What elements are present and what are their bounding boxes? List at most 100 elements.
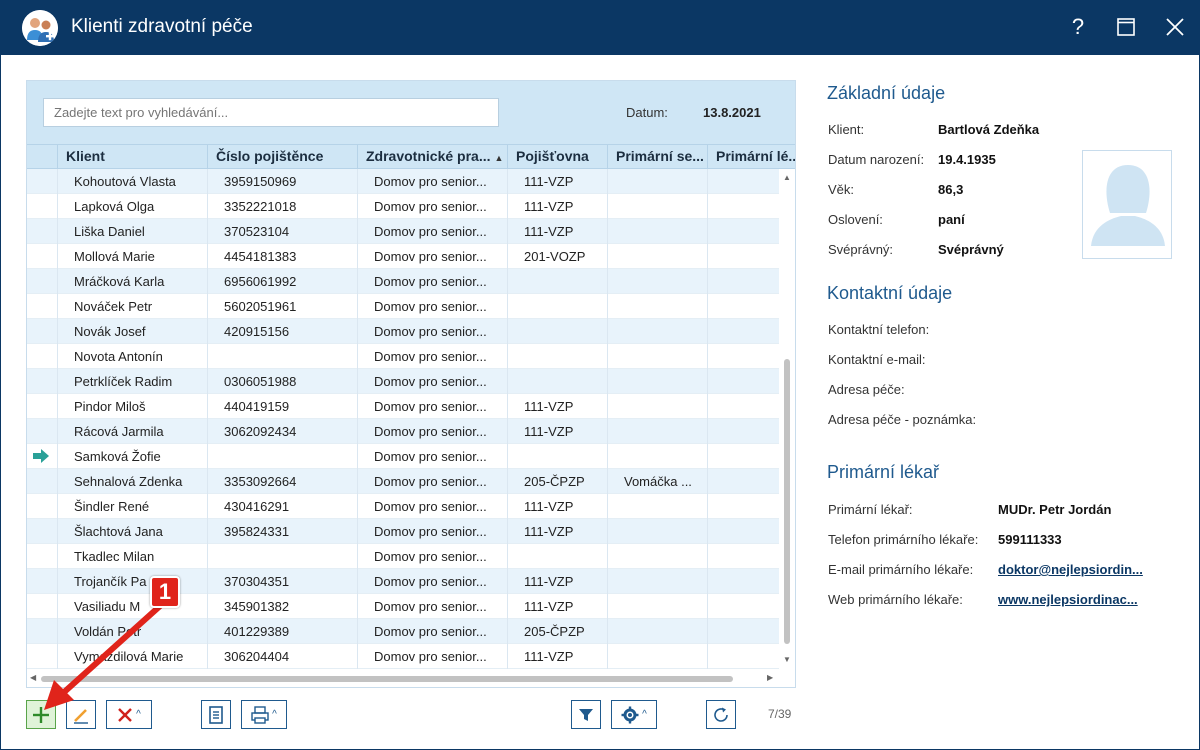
window-title: Klienti zdravotní péče bbox=[71, 16, 253, 37]
refresh-button[interactable] bbox=[706, 700, 736, 729]
table-cell: 3062092434 bbox=[207, 419, 357, 444]
vertical-scrollbar[interactable]: ▲ ▼ bbox=[779, 169, 795, 669]
table-row[interactable]: Lapková Olga 3352221018 Domov pro senior..… bbox=[27, 194, 779, 219]
table-cell bbox=[707, 244, 779, 269]
table-cell bbox=[507, 319, 607, 344]
table-row[interactable]: Novota Antonín Domov pro senior... bbox=[27, 344, 779, 369]
table-row[interactable]: Mráčková Karla 6956061992 Domov pro senior… bbox=[27, 269, 779, 294]
table-cell: 6956061992 bbox=[207, 269, 357, 294]
document-button[interactable] bbox=[201, 700, 231, 729]
table-row[interactable]: Voldán Petr 401229389 Domov pro senior... 2… bbox=[27, 619, 779, 644]
table-cell bbox=[607, 219, 707, 244]
search-input[interactable] bbox=[43, 98, 499, 127]
scroll-up-icon[interactable]: ▲ bbox=[783, 173, 791, 182]
table-cell: Mráčková Karla bbox=[57, 269, 207, 294]
table-cell bbox=[607, 169, 707, 194]
doctor-phone-label: Telefon primárního lékaře: bbox=[828, 532, 979, 547]
table-row[interactable]: Vymazdilová Marie 306204404 Domov pro seni… bbox=[27, 644, 779, 669]
table-cell: 111-VZP bbox=[507, 569, 607, 594]
app-icon bbox=[22, 10, 58, 46]
table-cell bbox=[707, 269, 779, 294]
table-cell: 201-VOZP bbox=[507, 244, 607, 269]
column-header-facility[interactable]: Zdravotnické pra... ▲ bbox=[357, 145, 507, 169]
date-value[interactable]: 13.8.2021 bbox=[703, 105, 761, 120]
table-row[interactable]: Novák Josef 420915156 Domov pro senior... bbox=[27, 319, 779, 344]
table-row[interactable]: Šlachtová Jana 395824331 Domov pro senior.… bbox=[27, 519, 779, 544]
row-indicator bbox=[27, 294, 57, 319]
vertical-scroll-thumb[interactable] bbox=[784, 359, 790, 644]
column-header-label: Číslo pojištěnce bbox=[216, 148, 324, 164]
table-row[interactable]: Sehnalová Zdenka 3353092664 Domov pro seni… bbox=[27, 469, 779, 494]
doctor-phone-value: 599111333 bbox=[998, 532, 1062, 547]
table-row[interactable]: Kohoutová Vlasta 3959150969 Domov pro seni… bbox=[27, 169, 779, 194]
table-row[interactable]: Nováček Petr 5602051961 Domov pro senior..… bbox=[27, 294, 779, 319]
table-cell bbox=[607, 344, 707, 369]
table-cell: Liška Daniel bbox=[57, 219, 207, 244]
table-cell: Domov pro senior... bbox=[357, 194, 507, 219]
table-row[interactable]: Samková Žofie Domov pro senior... bbox=[27, 444, 779, 469]
table-cell: Domov pro senior... bbox=[357, 169, 507, 194]
row-indicator bbox=[27, 544, 57, 569]
add-client-button[interactable] bbox=[26, 700, 56, 729]
row-indicator bbox=[27, 319, 57, 344]
column-header-insurance-number[interactable]: Číslo pojištěnce bbox=[207, 145, 357, 169]
scroll-left-icon[interactable]: ◀ bbox=[30, 673, 36, 682]
sort-ascending-icon: ▲ bbox=[494, 153, 504, 163]
column-header-label: Primární se... bbox=[616, 148, 704, 164]
table-row[interactable]: Šindler René 430416291 Domov pro senior...… bbox=[27, 494, 779, 519]
scroll-down-icon[interactable]: ▼ bbox=[783, 655, 791, 664]
table-row[interactable]: Trojančík Pa 370304351 Domov pro senior...… bbox=[27, 569, 779, 594]
filter-button[interactable] bbox=[571, 700, 601, 729]
row-indicator bbox=[27, 394, 57, 419]
column-header-label: Klient bbox=[66, 148, 105, 164]
table-cell: Domov pro senior... bbox=[357, 519, 507, 544]
table-cell bbox=[507, 544, 607, 569]
column-header-primary-nurse[interactable]: Primární se... bbox=[607, 145, 707, 169]
close-button[interactable] bbox=[1160, 12, 1190, 42]
maximize-button[interactable] bbox=[1111, 12, 1141, 42]
column-header-insurer[interactable]: Pojišťovna bbox=[507, 145, 607, 169]
edit-client-button[interactable] bbox=[66, 700, 96, 729]
birth-date-label: Datum narození: bbox=[828, 152, 925, 167]
table-cell bbox=[507, 344, 607, 369]
table-row[interactable]: Vasiliadu M 345901382 Domov pro senior... 1… bbox=[27, 594, 779, 619]
print-button[interactable]: ^ bbox=[241, 700, 287, 729]
table-row[interactable]: Petrklíček Radim 0306051988 Domov pro seni… bbox=[27, 369, 779, 394]
doctor-web-link[interactable]: www.nejlepsiordinac... bbox=[998, 592, 1138, 607]
table-cell bbox=[607, 569, 707, 594]
table-row[interactable]: Liška Daniel 370523104 Domov pro senior...… bbox=[27, 219, 779, 244]
doctor-value: MUDr. Petr Jordán bbox=[998, 502, 1112, 517]
column-header-label: Pojišťovna bbox=[516, 148, 589, 164]
client-photo bbox=[1082, 150, 1172, 259]
horizontal-scrollbar[interactable]: ◀ ▶ bbox=[27, 669, 779, 687]
table-cell bbox=[607, 369, 707, 394]
table-cell: 420915156 bbox=[207, 319, 357, 344]
table-cell: Domov pro senior... bbox=[357, 344, 507, 369]
table-cell: Domov pro senior... bbox=[357, 544, 507, 569]
table-cell bbox=[607, 519, 707, 544]
doctor-email-link[interactable]: doktor@nejlepsiordin... bbox=[998, 562, 1143, 577]
table-cell: Domov pro senior... bbox=[357, 244, 507, 269]
column-header-client[interactable]: Klient bbox=[57, 145, 207, 169]
table-row[interactable]: Pindor Miloš 440419159 Domov pro senior...… bbox=[27, 394, 779, 419]
delete-x-icon bbox=[118, 707, 132, 722]
horizontal-scroll-thumb[interactable] bbox=[41, 676, 733, 682]
table-cell: Tkadlec Milan bbox=[57, 544, 207, 569]
table-cell: 111-VZP bbox=[507, 394, 607, 419]
table-row[interactable]: Tkadlec Milan Domov pro senior... bbox=[27, 544, 779, 569]
table-cell: 3959150969 bbox=[207, 169, 357, 194]
table-cell: 395824331 bbox=[207, 519, 357, 544]
help-button[interactable]: ? bbox=[1063, 12, 1093, 42]
table-cell: 205-ČPZP bbox=[507, 619, 607, 644]
table-row[interactable]: Rácová Jarmila 3062092434 Domov pro senior… bbox=[27, 419, 779, 444]
table-cell bbox=[607, 594, 707, 619]
delete-client-button[interactable]: ^ bbox=[106, 700, 152, 729]
scroll-right-icon[interactable]: ▶ bbox=[767, 673, 773, 682]
settings-button[interactable]: ^ bbox=[611, 700, 657, 729]
salutation-value: paní bbox=[938, 212, 965, 227]
column-header-primary-doctor[interactable]: Primární lé... bbox=[707, 145, 795, 169]
table-cell: 345901382 bbox=[207, 594, 357, 619]
table-row[interactable]: Mollová Marie 4454181383 Domov pro senior.… bbox=[27, 244, 779, 269]
gear-icon bbox=[621, 706, 639, 723]
table-cell: 306204404 bbox=[207, 644, 357, 669]
